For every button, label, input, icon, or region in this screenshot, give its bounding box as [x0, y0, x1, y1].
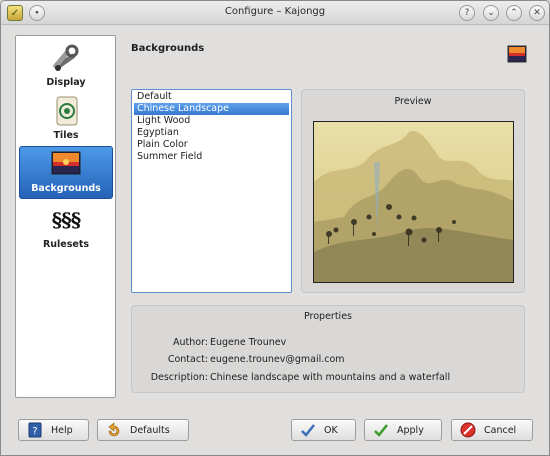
list-item[interactable]: Plain Color — [134, 139, 289, 151]
ok-button-label: OK — [324, 424, 338, 436]
landscape-picture-icon — [507, 45, 527, 63]
apply-button[interactable]: Apply — [364, 419, 442, 441]
section-sign-glyph: §§§ — [51, 208, 81, 232]
help-book-icon: ? — [27, 422, 43, 438]
sidebar-item-label: Rulesets — [42, 239, 90, 250]
sidebar-item-label: Backgrounds — [31, 183, 101, 194]
list-item[interactable]: Light Wood — [134, 115, 289, 127]
backgrounds-list[interactable]: Default Chinese Landscape Light Wood Egy… — [131, 89, 292, 293]
sidebar-item-label: Tiles — [53, 130, 79, 141]
list-item[interactable]: Egyptian — [134, 127, 289, 139]
landscape-picture-icon — [49, 149, 83, 179]
cancel-button-label: Cancel — [484, 424, 517, 436]
cancel-icon — [460, 422, 476, 438]
apply-button-label: Apply — [397, 424, 424, 436]
checkmark-icon — [300, 422, 316, 438]
author-label: Author: — [172, 337, 208, 348]
help-button[interactable]: ? Help — [18, 419, 89, 441]
author-value: Eugene Trounev — [210, 337, 287, 348]
description-label: Description: — [150, 372, 208, 383]
sidebar-item-tiles[interactable]: Tiles — [19, 92, 113, 145]
sidebar-item-display[interactable]: Display — [19, 39, 113, 92]
display-tools-icon — [49, 43, 83, 73]
configure-dialog: ✓ ∙ Configure – Kajongg ? ⌄ ⌃ ✕ Display — [0, 0, 550, 456]
defaults-button-label: Defaults — [130, 424, 170, 436]
svg-text:?: ? — [32, 426, 37, 437]
list-item[interactable]: Summer Field — [134, 151, 289, 163]
preview-caption: Preview — [394, 96, 432, 107]
maximize-button[interactable]: ⌃ — [506, 5, 522, 21]
sidebar-item-backgrounds[interactable]: Backgrounds — [19, 146, 113, 199]
mahjong-tile-icon — [49, 96, 83, 126]
list-item[interactable]: Default — [134, 91, 289, 103]
chevron-down-icon: ⌄ — [487, 7, 495, 18]
checkmark-icon — [373, 422, 389, 438]
page-title: Backgrounds — [131, 43, 205, 54]
description-value: Chinese landscape with mountains and a w… — [210, 372, 451, 383]
sidebar-item-rulesets[interactable]: §§§ Rulesets — [19, 201, 113, 254]
undo-arrow-icon — [106, 422, 122, 438]
chevron-up-icon: ⌃ — [510, 7, 518, 18]
title-bar[interactable]: ✓ ∙ Configure – Kajongg ? ⌄ ⌃ ✕ — [1, 1, 549, 25]
sidebar-item-label: Display — [46, 77, 86, 88]
cancel-button[interactable]: Cancel — [451, 419, 533, 441]
contact-label: Contact: — [167, 354, 208, 365]
section-sign-icon: §§§ — [49, 205, 83, 235]
defaults-button[interactable]: Defaults — [97, 419, 189, 441]
list-item[interactable]: Chinese Landscape — [134, 103, 289, 115]
close-button[interactable]: ✕ — [529, 5, 545, 21]
minimize-button[interactable]: ⌄ — [483, 5, 499, 21]
help-button-label: Help — [51, 424, 73, 436]
properties-caption: Properties — [303, 311, 352, 322]
preview-group: Preview — [301, 89, 525, 293]
properties-group: Properties Author: Eugene Trounev Contac… — [131, 305, 525, 393]
sidebar: Display Tiles Backgrounds §§§ Rulesets — [15, 35, 116, 398]
help-title-button[interactable]: ? — [459, 5, 475, 21]
close-icon: ✕ — [533, 7, 541, 18]
ok-button[interactable]: OK — [291, 419, 356, 441]
preview-image — [313, 121, 514, 283]
help-icon: ? — [464, 7, 470, 18]
contact-value: eugene.trounev@gmail.com — [210, 354, 345, 365]
